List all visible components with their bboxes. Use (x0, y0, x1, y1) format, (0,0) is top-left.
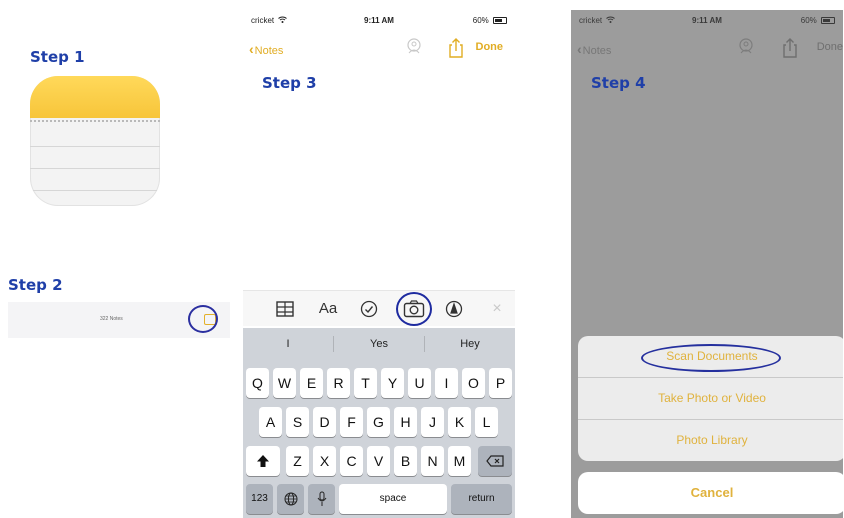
add-people-icon[interactable] (405, 38, 425, 56)
key-w[interactable]: W (273, 368, 296, 398)
prediction-2[interactable]: Yes (334, 338, 424, 350)
key-a[interactable]: A (259, 407, 282, 437)
key-n[interactable]: N (421, 446, 444, 476)
notes-count: 322 Notes (100, 316, 123, 322)
status-bar: cricket 9:11 AM 60% (571, 10, 843, 30)
battery-icon (821, 17, 835, 25)
key-y[interactable]: Y (381, 368, 404, 398)
key-k[interactable]: K (448, 407, 471, 437)
step-4-label: Step 4 (591, 74, 646, 92)
compose-highlight-ring (188, 305, 218, 333)
step-1-label: Step 1 (30, 48, 85, 66)
markup-icon[interactable] (444, 297, 464, 321)
key-h[interactable]: H (394, 407, 417, 437)
battery: 60% (801, 16, 835, 25)
key-r[interactable]: R (327, 368, 350, 398)
globe-icon (284, 492, 297, 506)
navigation-bar: ‹Notes Done (243, 36, 515, 62)
step-3-phone-screen: cricket 9:11 AM 60% ‹Notes Done Step 3 A… (243, 10, 515, 518)
key-p[interactable]: P (489, 368, 512, 398)
keyboard: Q W E R T Y U I O P A S D F G H J K L Z … (243, 360, 515, 518)
key-u[interactable]: U (408, 368, 431, 398)
key-d[interactable]: D (313, 407, 336, 437)
key-v[interactable]: V (367, 446, 390, 476)
notes-icon-perforation (30, 118, 160, 122)
shift-key[interactable] (246, 446, 280, 476)
key-m[interactable]: M (448, 446, 471, 476)
notes-icon-line (30, 146, 160, 147)
done-button[interactable]: Done (817, 41, 843, 53)
key-b[interactable]: B (394, 446, 417, 476)
key-l[interactable]: L (475, 407, 498, 437)
notes-icon-line (30, 168, 160, 169)
battery-percent: 60% (800, 16, 817, 25)
prediction-1[interactable]: I (243, 338, 333, 350)
share-icon[interactable] (781, 38, 799, 58)
chevron-left-icon: ‹ (577, 41, 582, 57)
back-to-notes-button[interactable]: ‹Notes (249, 41, 283, 57)
camera-highlight-ring (396, 292, 432, 326)
mic-key[interactable] (308, 484, 335, 514)
status-bar: cricket 9:11 AM 60% (243, 10, 515, 30)
key-i[interactable]: I (435, 368, 458, 398)
chevron-left-icon: ‹ (249, 41, 254, 57)
cancel-button[interactable]: Cancel (578, 472, 843, 514)
delete-key[interactable] (478, 446, 512, 476)
predictive-text-bar: I Yes Hey (243, 328, 515, 360)
mic-icon (317, 491, 326, 506)
delete-icon (486, 455, 504, 467)
key-f[interactable]: F (340, 407, 363, 437)
space-key[interactable]: space (339, 484, 447, 514)
return-key[interactable]: return (451, 484, 512, 514)
key-o[interactable]: O (462, 368, 485, 398)
notes-icon-header (30, 76, 160, 118)
checklist-icon[interactable] (359, 297, 379, 321)
table-icon[interactable] (275, 297, 295, 321)
navigation-bar: ‹Notes Done (571, 36, 843, 62)
key-j[interactable]: J (421, 407, 444, 437)
key-t[interactable]: T (354, 368, 377, 398)
notes-app-icon[interactable] (30, 76, 160, 206)
key-x[interactable]: X (313, 446, 336, 476)
notes-icon-line (30, 190, 160, 191)
close-icon[interactable]: × (489, 297, 505, 321)
done-button[interactable]: Done (476, 41, 504, 53)
back-label: Notes (254, 45, 284, 57)
text-style-button[interactable]: Aa (315, 297, 341, 321)
shift-icon (257, 455, 269, 467)
key-q[interactable]: Q (246, 368, 269, 398)
step-2-label: Step 2 (8, 276, 63, 294)
numbers-key[interactable]: 123 (246, 484, 273, 514)
key-g[interactable]: G (367, 407, 390, 437)
photo-library-option[interactable]: Photo Library (578, 420, 843, 461)
back-label: Notes (582, 45, 612, 57)
share-icon[interactable] (447, 38, 465, 58)
key-z[interactable]: Z (286, 446, 309, 476)
battery: 60% (473, 16, 507, 25)
add-people-icon[interactable] (737, 38, 757, 56)
key-s[interactable]: S (286, 407, 309, 437)
scan-documents-highlight-ring (641, 344, 781, 372)
key-c[interactable]: C (340, 446, 363, 476)
globe-key[interactable] (277, 484, 304, 514)
back-to-notes-button[interactable]: ‹Notes (577, 41, 611, 57)
formatting-toolbar: Aa × (243, 290, 515, 326)
step-3-label: Step 3 (262, 74, 317, 92)
key-e[interactable]: E (300, 368, 323, 398)
battery-icon (493, 17, 507, 25)
take-photo-option[interactable]: Take Photo or Video (578, 378, 843, 419)
battery-percent: 60% (472, 16, 489, 25)
prediction-3[interactable]: Hey (425, 338, 515, 350)
step-4-phone-screen: cricket 9:11 AM 60% ‹Notes Done Step 4 S… (571, 10, 843, 518)
